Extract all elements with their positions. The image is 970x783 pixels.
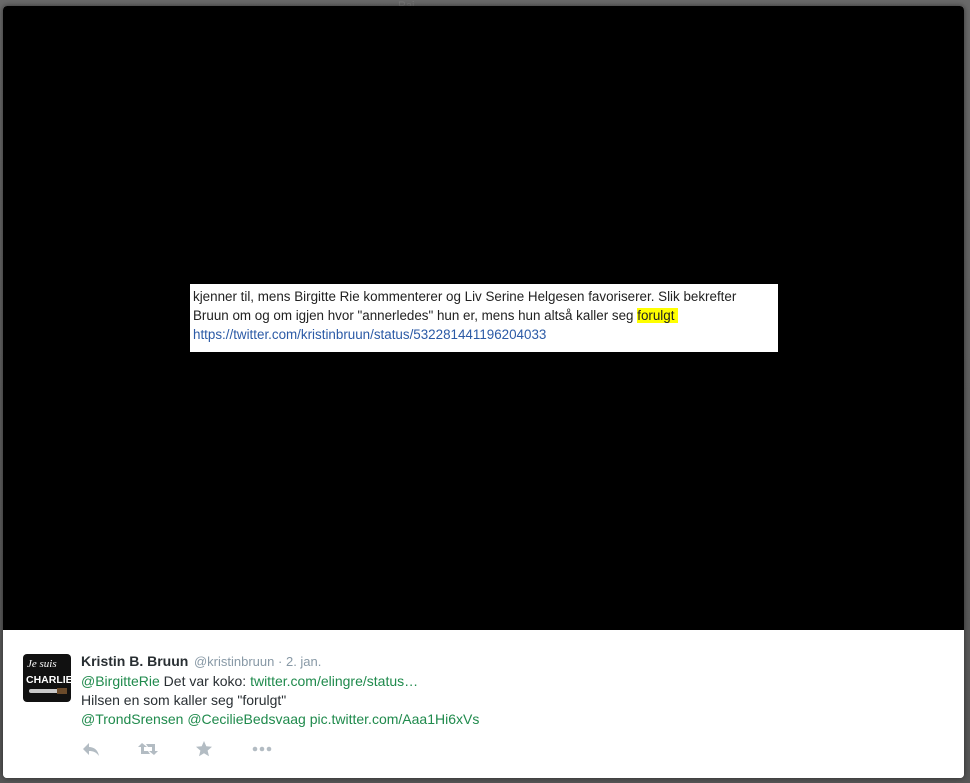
mention-link[interactable]: @CecilieBedsvaag <box>187 711 306 727</box>
quote-line-2-text: Bruun om og om igjen hvor "annerledes" h… <box>193 308 638 323</box>
tweet-actions <box>81 740 321 760</box>
tweet: Je suis CHARLIE Kristin B. Bruun @kristi… <box>3 630 964 778</box>
tweet-media-modal: kjenner til, mens Birgitte Rie kommenter… <box>3 6 964 778</box>
status-link[interactable]: twitter.com/elingre/status… <box>250 673 418 689</box>
tweet-line-1: @BirgitteRie Det var koko: twitter.com/e… <box>81 672 479 691</box>
star-icon[interactable] <box>195 740 217 760</box>
timestamp-link[interactable]: 2. jan. <box>286 654 321 669</box>
highlighted-word: forulgt <box>637 308 679 323</box>
avatar[interactable]: Je suis CHARLIE <box>23 654 71 702</box>
media-image[interactable]: kjenner til, mens Birgitte Rie kommenter… <box>3 6 964 630</box>
pic-link[interactable]: pic.twitter.com/Aaa1Hi6xVs <box>310 711 480 727</box>
tweet-line-1-text: Det var koko: <box>159 673 251 689</box>
tweet-line-3: @TrondSrensen @CecilieBedsvaag pic.twitt… <box>81 710 479 729</box>
avatar-text-line-2: CHARLIE <box>26 674 71 686</box>
mention-link[interactable]: @BirgitteRie <box>81 673 160 689</box>
tweet-header: Kristin B. Bruun @kristinbruun · 2. jan. <box>81 653 321 670</box>
retweet-icon[interactable] <box>137 740 159 760</box>
author-name[interactable]: Kristin B. Bruun <box>81 653 188 669</box>
quote-line-2: Bruun om og om igjen hvor "annerledes" h… <box>193 306 774 325</box>
quote-line-1: kjenner til, mens Birgitte Rie kommenter… <box>193 289 737 304</box>
tweet-text: @BirgitteRie Det var koko: twitter.com/e… <box>81 672 479 729</box>
quote-status-link: https://twitter.com/kristinbruun/status/… <box>193 327 547 342</box>
tweet-line-2: Hilsen en som kaller seg "forulgt" <box>81 692 287 708</box>
quoted-text-snippet: kjenner til, mens Birgitte Rie kommenter… <box>190 284 778 352</box>
pen-cap-icon <box>57 688 67 694</box>
avatar-text-line-1: Je suis <box>27 658 57 670</box>
mention-link[interactable]: @TrondSrensen <box>81 711 183 727</box>
author-handle[interactable]: @kristinbruun <box>194 654 274 669</box>
reply-icon[interactable] <box>81 740 103 760</box>
more-icon[interactable] <box>251 740 273 760</box>
separator: · <box>278 654 283 669</box>
